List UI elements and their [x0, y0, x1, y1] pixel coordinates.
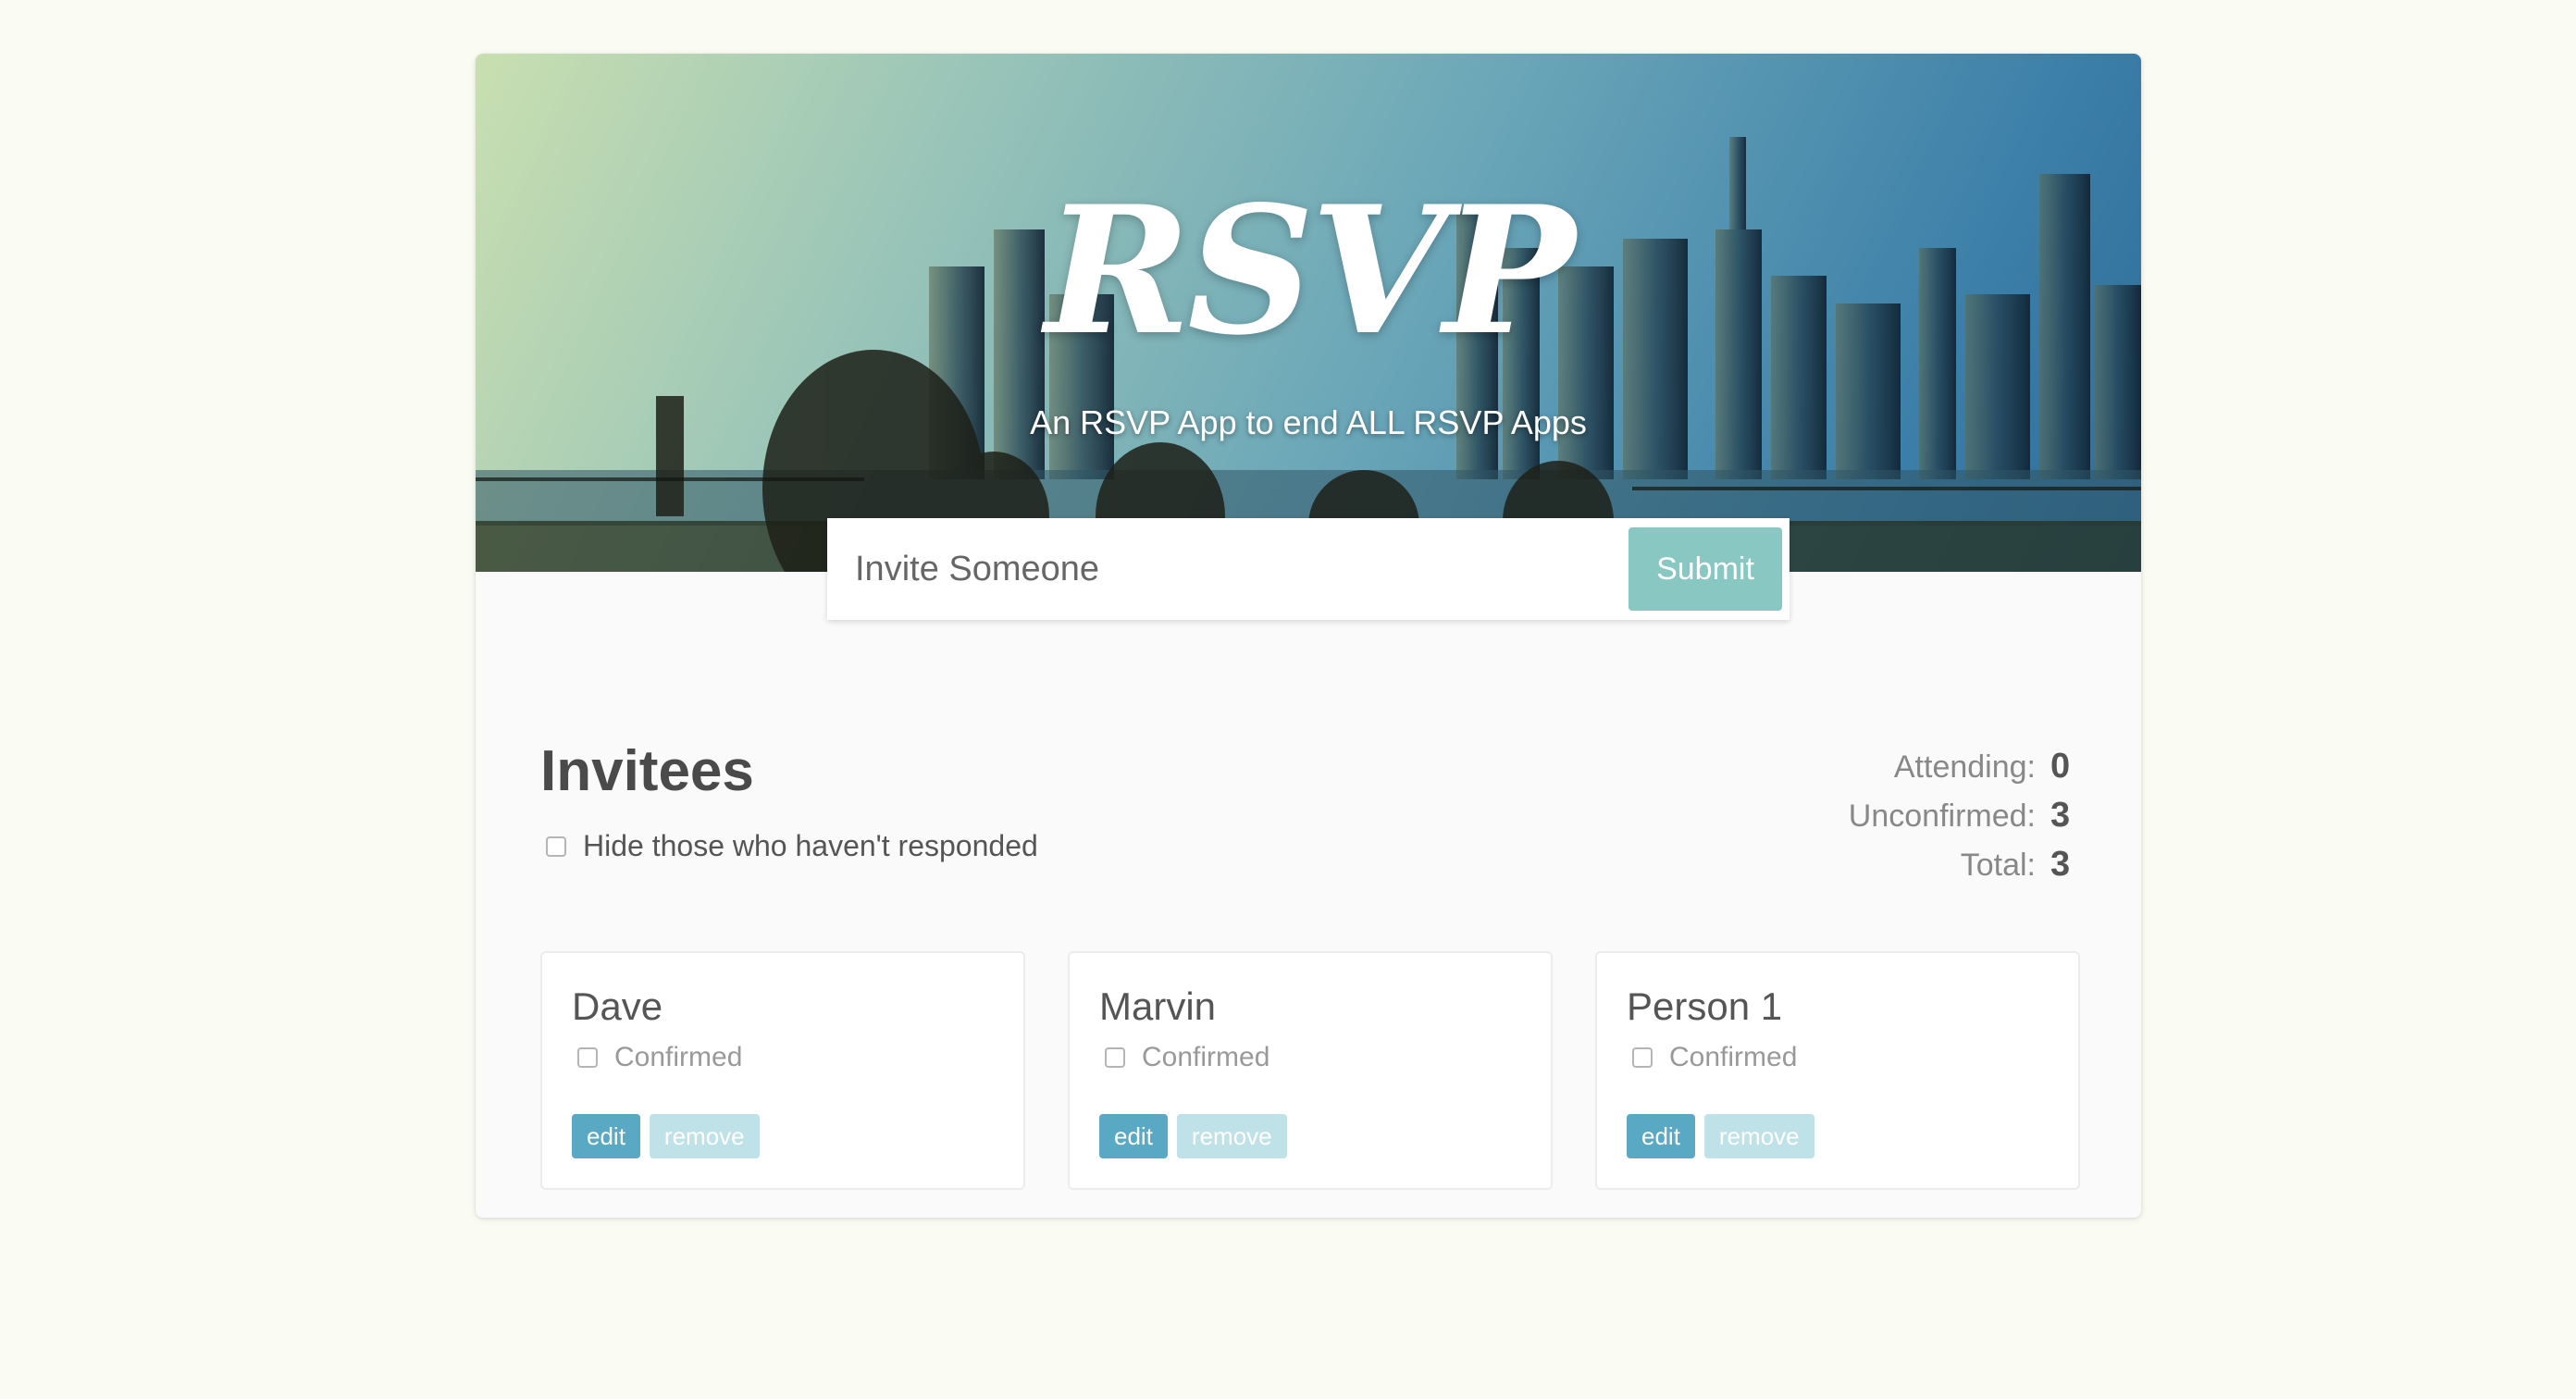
- counter-total: Total: 3: [1849, 840, 2073, 889]
- hide-unresponded-toggle[interactable]: Hide those who haven't responded: [546, 829, 1038, 863]
- guest-confirm-toggle[interactable]: Confirmed: [1632, 1042, 1797, 1073]
- submit-button[interactable]: Submit: [1629, 527, 1782, 611]
- app-card: RSVP An RSVP App to end ALL RSVP Apps Su…: [476, 54, 2141, 1218]
- guest-list: Dave Confirmed edit remove Marvin Confir…: [540, 951, 2080, 1190]
- confirmed-checkbox[interactable]: [1105, 1047, 1125, 1068]
- confirmed-checkbox[interactable]: [577, 1047, 598, 1068]
- guest-card: Dave Confirmed edit remove: [540, 951, 1025, 1190]
- invite-form: Submit: [827, 518, 1790, 620]
- guest-card: Marvin Confirmed edit remove: [1068, 951, 1553, 1190]
- remove-button[interactable]: remove: [649, 1114, 760, 1158]
- remove-button[interactable]: remove: [1703, 1114, 1814, 1158]
- invite-input[interactable]: [827, 518, 1629, 620]
- app-subtitle: An RSVP App to end ALL RSVP Apps: [1030, 403, 1587, 441]
- header-banner: RSVP An RSVP App to end ALL RSVP Apps: [476, 54, 2141, 572]
- guest-actions: edit remove: [1627, 1114, 1814, 1158]
- edit-button[interactable]: edit: [1099, 1114, 1168, 1158]
- confirmed-label: Confirmed: [614, 1042, 743, 1072]
- unconfirmed-value: 3: [2050, 796, 2071, 835]
- hide-unresponded-checkbox[interactable]: [546, 836, 566, 857]
- confirmed-checkbox[interactable]: [1632, 1047, 1653, 1068]
- counter-attending: Attending: 0: [1849, 742, 2073, 791]
- total-label: Total:: [1960, 848, 2036, 883]
- guest-name: Person 1: [1627, 984, 1783, 1028]
- guest-actions: edit remove: [1099, 1114, 1287, 1158]
- confirmed-label: Confirmed: [1669, 1042, 1798, 1072]
- edit-button[interactable]: edit: [572, 1114, 640, 1158]
- invitees-heading: Invitees: [540, 739, 754, 803]
- rsvp-counter: Attending: 0 Unconfirmed: 3 Total: 3: [1849, 742, 2073, 889]
- hide-unresponded-label: Hide those who haven't responded: [583, 829, 1038, 862]
- guest-name: Marvin: [1099, 984, 1217, 1028]
- guest-actions: edit remove: [572, 1114, 760, 1158]
- attending-label: Attending:: [1893, 749, 2036, 785]
- edit-button[interactable]: edit: [1627, 1114, 1695, 1158]
- attending-value: 0: [2050, 747, 2071, 786]
- guest-name: Dave: [572, 984, 663, 1028]
- guest-confirm-toggle[interactable]: Confirmed: [577, 1042, 742, 1073]
- unconfirmed-label: Unconfirmed:: [1848, 799, 2036, 834]
- remove-button[interactable]: remove: [1176, 1114, 1287, 1158]
- guest-confirm-toggle[interactable]: Confirmed: [1105, 1042, 1269, 1073]
- confirmed-label: Confirmed: [1142, 1042, 1270, 1072]
- counter-unconfirmed: Unconfirmed: 3: [1849, 791, 2073, 840]
- total-value: 3: [2050, 845, 2071, 884]
- guest-card: Person 1 Confirmed edit remove: [1595, 951, 2080, 1190]
- app-logo: RSVP: [1045, 167, 1575, 374]
